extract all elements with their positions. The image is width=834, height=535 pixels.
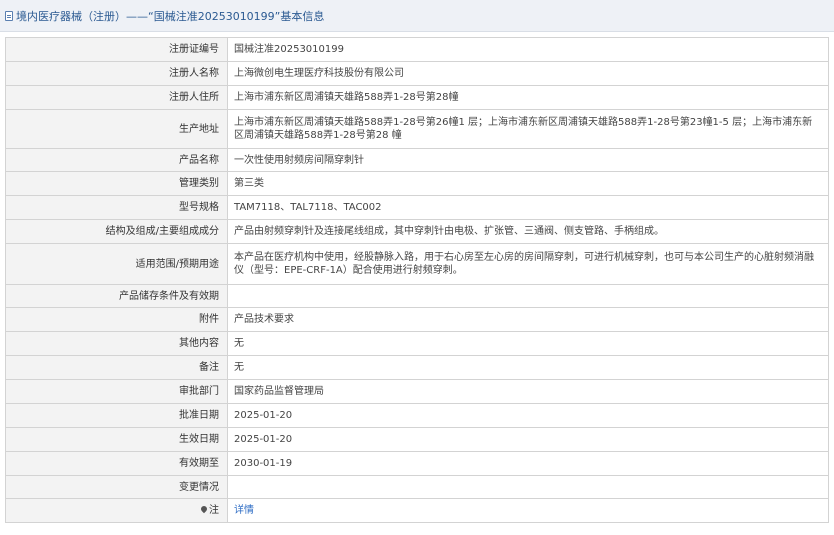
row-label: 型号规格 (5, 195, 228, 220)
row-label: 批准日期 (5, 403, 228, 428)
table-row: 产品储存条件及有效期 (5, 284, 829, 308)
row-value (227, 475, 829, 499)
table-row: 注册证编号 国械注准20253010199 (5, 37, 829, 62)
row-label: 变更情况 (5, 475, 228, 499)
row-value: 无 (227, 331, 829, 356)
row-label: 其他内容 (5, 331, 228, 356)
row-value: 上海市浦东新区周浦镇天雄路588弄1-28号第26幢1 层；上海市浦东新区周浦镇… (227, 109, 829, 149)
row-value: 第三类 (227, 171, 829, 196)
row-label: 适用范围/预期用途 (5, 243, 228, 285)
row-label: 备注 (5, 355, 228, 380)
table-row: 注册人住所 上海市浦东新区周浦镇天雄路588弄1-28号第28幢 (5, 85, 829, 110)
table-row: 注册人名称 上海微创电生理医疗科技股份有限公司 (5, 61, 829, 86)
row-label: 注 (209, 505, 219, 516)
basic-info-table: 注册证编号 国械注准20253010199 注册人名称 上海微创电生理医疗科技股… (5, 37, 829, 523)
table-row: 管理类别 第三类 (5, 171, 829, 196)
table-row: 有效期至 2030-01-19 (5, 451, 829, 476)
row-label: 生产地址 (5, 109, 228, 149)
row-label: 注册人名称 (5, 61, 228, 86)
table-row: 附件 产品技术要求 (5, 307, 829, 332)
row-label: 注册证编号 (5, 37, 228, 62)
row-value: 国械注准20253010199 (227, 37, 829, 62)
note-row-label: 注 (5, 498, 228, 523)
row-value: 产品技术要求 (227, 307, 829, 332)
row-label: 管理类别 (5, 171, 228, 196)
row-value (227, 284, 829, 308)
row-value: 国家药品监督管理局 (227, 379, 829, 404)
row-label: 产品储存条件及有效期 (5, 284, 228, 308)
row-value: 产品由射频穿刺针及连接尾线组成，其中穿刺针由电极、扩张管、三通阀、侧支管路、手柄… (227, 219, 829, 244)
row-value: 2030-01-19 (227, 451, 829, 476)
row-label: 审批部门 (5, 379, 228, 404)
row-value: 上海市浦东新区周浦镇天雄路588弄1-28号第28幢 (227, 85, 829, 110)
row-value: 2025-01-20 (227, 427, 829, 452)
pin-icon (199, 504, 209, 514)
row-value: 本产品在医疗机构中使用，经股静脉入路，用于右心房至左心房的房间隔穿刺，可进行机械… (227, 243, 829, 285)
table-row: 生效日期 2025-01-20 (5, 427, 829, 452)
page-header: 境内医疗器械（注册）——“国械注准20253010199”基本信息 (0, 0, 834, 32)
row-label: 有效期至 (5, 451, 228, 476)
table-row: 变更情况 (5, 475, 829, 499)
table-row: 其他内容 无 (5, 331, 829, 356)
details-link[interactable]: 详情 (234, 505, 254, 516)
row-label: 生效日期 (5, 427, 228, 452)
table-row: 批准日期 2025-01-20 (5, 403, 829, 428)
row-value: 详情 (227, 498, 829, 523)
document-icon (5, 10, 13, 21)
page-title: 境内医疗器械（注册）——“国械注准20253010199”基本信息 (16, 9, 325, 23)
table-row: 结构及组成/主要组成成分 产品由射频穿刺针及连接尾线组成，其中穿刺针由电极、扩张… (5, 219, 829, 244)
row-value: 一次性使用射频房间隔穿刺针 (227, 148, 829, 172)
row-label: 产品名称 (5, 148, 228, 172)
row-value: 2025-01-20 (227, 403, 829, 428)
table-row: 注 详情 (5, 498, 829, 523)
row-label: 结构及组成/主要组成成分 (5, 219, 228, 244)
table-row: 审批部门 国家药品监督管理局 (5, 379, 829, 404)
table-row: 备注 无 (5, 355, 829, 380)
table-row: 生产地址 上海市浦东新区周浦镇天雄路588弄1-28号第26幢1 层；上海市浦东… (5, 109, 829, 149)
row-value: TAM7118、TAL7118、TAC002 (227, 195, 829, 220)
row-label: 注册人住所 (5, 85, 228, 110)
row-label: 附件 (5, 307, 228, 332)
table-row: 产品名称 一次性使用射频房间隔穿刺针 (5, 148, 829, 172)
table-row: 型号规格 TAM7118、TAL7118、TAC002 (5, 195, 829, 220)
row-value: 无 (227, 355, 829, 380)
table-row: 适用范围/预期用途 本产品在医疗机构中使用，经股静脉入路，用于右心房至左心房的房… (5, 243, 829, 285)
row-value: 上海微创电生理医疗科技股份有限公司 (227, 61, 829, 86)
